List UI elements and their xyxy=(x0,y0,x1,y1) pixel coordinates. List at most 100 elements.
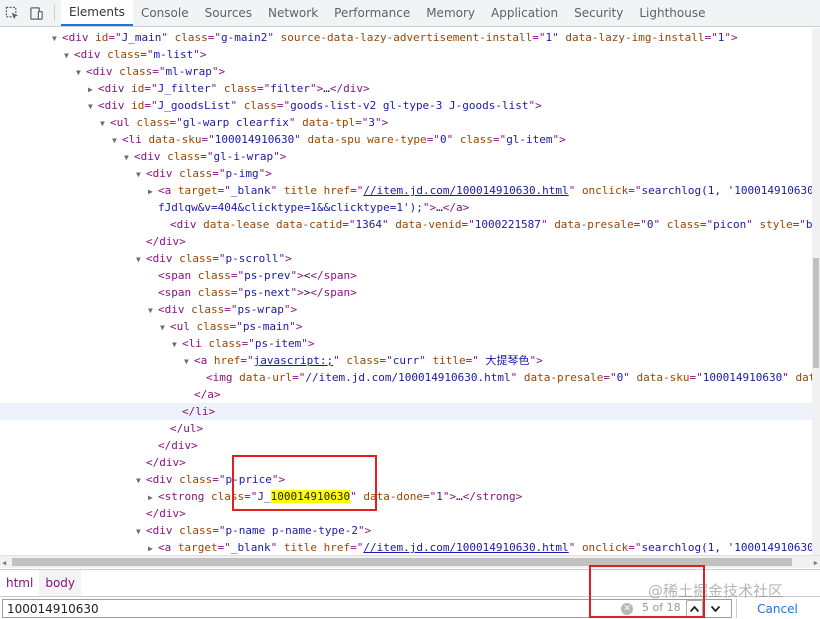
horizontal-scrollbar[interactable]: ◀ ▶ xyxy=(0,555,820,568)
dom-token: "> xyxy=(374,116,389,129)
collapse-triangle-icon[interactable]: ▼ xyxy=(160,319,170,336)
collapse-triangle-icon[interactable]: ▼ xyxy=(136,523,146,540)
dom-node-line[interactable]: ▼ <a href="javascript:;" class="curr" tit… xyxy=(0,352,812,369)
dom-node-line[interactable]: <span class="ps-next">></span> xyxy=(0,284,812,301)
dom-node-line[interactable]: </li> xyxy=(0,403,812,420)
device-toolbar-icon[interactable] xyxy=(24,0,48,26)
dom-node-line[interactable]: ▼ <div class="p-img"> xyxy=(0,165,812,182)
previous-match-button[interactable] xyxy=(686,600,703,617)
scroll-left-icon[interactable]: ◀ xyxy=(2,559,6,567)
dom-node-line[interactable]: <span class="ps-prev"><</span> xyxy=(0,267,812,284)
dom-node-line[interactable]: </div> xyxy=(0,454,812,471)
dom-node-line[interactable]: </ul> xyxy=(0,420,812,437)
tab-performance[interactable]: Performance xyxy=(326,0,418,26)
dom-token: =" xyxy=(628,184,642,197)
collapse-triangle-icon[interactable]: ▼ xyxy=(64,47,74,64)
dom-token: " xyxy=(568,541,582,554)
dom-node-line[interactable]: ▼ <div class="ml-wrap"> xyxy=(0,63,812,80)
tab-memory[interactable]: Memory xyxy=(418,0,483,26)
tab-sources[interactable]: Sources xyxy=(197,0,260,26)
dom-node-line[interactable]: fJdlqw&v=404&clicktype=1&&clicktype=1');… xyxy=(0,199,812,216)
tab-elements[interactable]: Elements xyxy=(61,0,133,26)
tab-network[interactable]: Network xyxy=(260,0,326,26)
dom-tree[interactable]: ▼ <div id="J_main" class="g-main2" source… xyxy=(0,28,812,555)
dom-token: data-venid xyxy=(395,218,462,231)
expand-triangle-icon[interactable]: ▶ xyxy=(148,183,158,200)
dom-node-line[interactable]: ▶ <div id="J_filter" class="filter">…</di… xyxy=(0,80,812,97)
dom-node-line[interactable]: ▼ <div class="ps-wrap"> xyxy=(0,301,812,318)
collapse-triangle-icon[interactable]: ▼ xyxy=(52,30,62,47)
collapse-triangle-icon[interactable]: ▼ xyxy=(184,353,194,370)
collapse-triangle-icon[interactable]: ▼ xyxy=(124,149,134,166)
dom-token: onclick xyxy=(581,184,629,197)
dom-token: class xyxy=(107,48,141,61)
collapse-triangle-icon[interactable]: ▼ xyxy=(148,302,158,319)
dom-token: data-done xyxy=(363,490,423,503)
tab-application[interactable]: Application xyxy=(483,0,566,26)
tab-console[interactable]: Console xyxy=(133,0,197,26)
dom-node-line[interactable]: ▼ <div class="p-scroll"> xyxy=(0,250,812,267)
dom-token: </div> xyxy=(146,507,186,520)
clear-search-icon[interactable]: ✕ xyxy=(621,603,633,615)
dom-token: " xyxy=(288,116,303,129)
dom-node-line[interactable]: ▼ <div id="J_main" class="g-main2" source… xyxy=(0,29,812,46)
dom-token: <img xyxy=(206,371,240,384)
dom-token: class xyxy=(210,490,245,503)
dom-node-line[interactable]: ▼ <li class="ps-item"> xyxy=(0,335,812,352)
cancel-search-button[interactable]: Cancel xyxy=(736,599,818,618)
dom-token[interactable]: javascript:; xyxy=(254,354,333,367)
collapse-triangle-icon[interactable]: ▼ xyxy=(76,64,86,81)
dom-node-line[interactable]: ▶ <strong class="J_100014910630" data-don… xyxy=(0,488,812,505)
dom-node-line[interactable]: ▼ <div id="J_goodsList" class="goods-list… xyxy=(0,97,812,114)
dom-token: =" xyxy=(256,82,271,95)
dom-node-line[interactable]: </div> xyxy=(0,505,812,522)
dom-token: " xyxy=(333,354,347,367)
collapse-triangle-icon[interactable]: ▼ xyxy=(136,166,146,183)
dom-node-line[interactable]: <img data-url="//item.jd.com/10001491063… xyxy=(0,369,812,386)
collapse-triangle-icon[interactable]: ▼ xyxy=(88,98,98,115)
breadcrumb-body[interactable]: body xyxy=(39,570,82,596)
dom-token: href xyxy=(323,541,351,554)
vertical-scrollbar[interactable] xyxy=(812,28,820,555)
next-match-button[interactable] xyxy=(707,600,723,617)
expand-triangle-icon[interactable]: ▶ xyxy=(148,489,158,506)
dom-token: class xyxy=(191,303,225,316)
dom-token: id xyxy=(131,99,145,112)
dom-node-line[interactable]: </div> xyxy=(0,437,812,454)
dom-token: data-spu xyxy=(307,133,361,146)
collapse-triangle-icon[interactable]: ▼ xyxy=(136,472,146,489)
dom-token: 100014910630 xyxy=(214,133,295,146)
dom-token: class xyxy=(346,354,380,367)
dom-token[interactable]: //item.jd.com/100014910630.html xyxy=(363,184,568,197)
dom-token: =" xyxy=(465,354,479,367)
collapse-triangle-icon[interactable]: ▼ xyxy=(172,336,182,353)
inspect-element-icon[interactable] xyxy=(0,0,24,26)
dom-node-line[interactable]: <div data-lease data-catid="1364" data-v… xyxy=(0,216,812,233)
expand-triangle-icon[interactable]: ▶ xyxy=(148,540,158,555)
collapse-triangle-icon[interactable]: ▼ xyxy=(136,251,146,268)
scroll-right-icon[interactable]: ▶ xyxy=(814,559,818,567)
dom-node-line[interactable]: </div> xyxy=(0,233,812,250)
dom-node-line[interactable]: </a> xyxy=(0,386,812,403)
dom-node-line[interactable]: ▶ <a target="_blank" title href="//item.j… xyxy=(0,182,812,199)
dom-node-line[interactable]: ▼ <li data-sku="100014910630" data-spu wa… xyxy=(0,131,812,148)
dom-node-line[interactable]: ▼ <div class="p-name p-name-type-2"> xyxy=(0,522,812,539)
dom-node-line[interactable]: ▼ <ul class="gl-warp clearfix" data-tpl="… xyxy=(0,114,812,131)
dom-token[interactable]: //item.jd.com/100014910630.html xyxy=(363,541,568,554)
dom-node-line[interactable]: ▼ <div class="gl-i-wrap"> xyxy=(0,148,812,165)
tab-security[interactable]: Security xyxy=(566,0,631,26)
dom-token: =" xyxy=(230,269,245,282)
breadcrumb-html[interactable]: html xyxy=(0,570,39,596)
dom-node-line[interactable]: ▼ <div class="m-list"> xyxy=(0,46,812,63)
dom-node-line[interactable]: ▶ <a target="_blank" title href="//item.j… xyxy=(0,539,812,555)
dom-token: "> xyxy=(273,150,287,163)
collapse-triangle-icon[interactable]: ▼ xyxy=(112,132,122,149)
horizontal-scrollbar-thumb[interactable] xyxy=(12,558,792,566)
tab-lighthouse[interactable]: Lighthouse xyxy=(631,0,713,26)
vertical-scrollbar-thumb[interactable] xyxy=(813,258,819,368)
collapse-triangle-icon[interactable]: ▼ xyxy=(100,115,110,132)
dom-token: </span> xyxy=(310,286,357,299)
dom-node-line[interactable]: ▼ <div class="p-price"> xyxy=(0,471,812,488)
expand-triangle-icon[interactable]: ▶ xyxy=(88,81,98,98)
dom-node-line[interactable]: ▼ <ul class="ps-main"> xyxy=(0,318,812,335)
